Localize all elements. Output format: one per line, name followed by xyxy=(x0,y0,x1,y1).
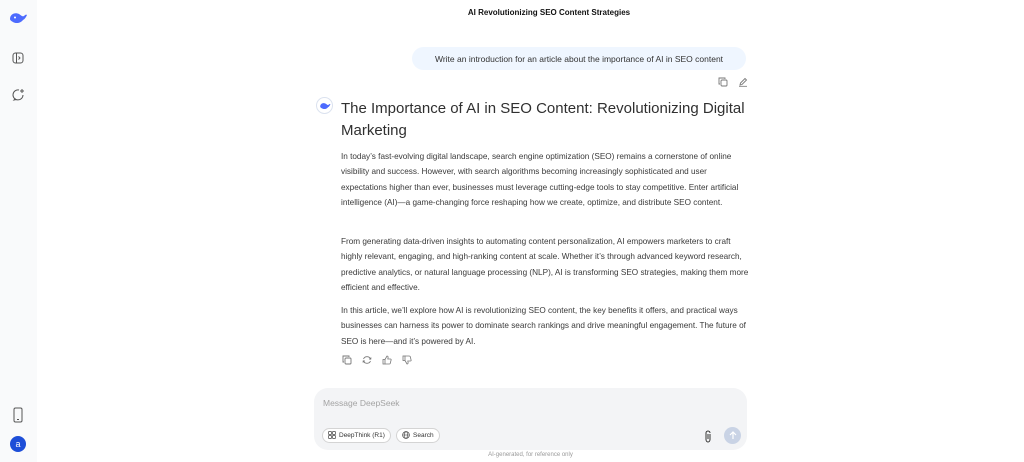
response-heading: The Importance of AI in SEO Content: Rev… xyxy=(341,100,745,139)
edit-icon[interactable] xyxy=(737,76,749,88)
deepthink-toggle-button[interactable]: DeepThink (R1) xyxy=(322,428,391,443)
copy-icon[interactable] xyxy=(341,354,353,366)
assistant-avatar-icon xyxy=(316,97,333,114)
mobile-app-icon[interactable] xyxy=(8,405,28,425)
copy-icon[interactable] xyxy=(717,76,729,88)
response-actions xyxy=(341,354,413,366)
response-paragraph: From generating data-driven insights to … xyxy=(341,237,749,292)
message-composer[interactable]: Message DeepSeek DeepThink (R1) Search xyxy=(314,388,747,450)
response-paragraph: In today’s fast-evolving digital landsca… xyxy=(341,152,739,207)
page-title: AI Revolutionizing SEO Content Strategie… xyxy=(467,8,631,17)
search-toggle-button[interactable]: Search xyxy=(396,428,440,443)
paperclip-icon[interactable] xyxy=(701,429,715,443)
new-chat-icon[interactable] xyxy=(8,84,28,104)
deepthink-label: DeepThink (R1) xyxy=(339,432,385,439)
response-paragraph: In this article, we’ll explore how AI is… xyxy=(341,306,746,346)
search-label: Search xyxy=(413,432,434,439)
thumbs-down-icon[interactable] xyxy=(401,354,413,366)
disclaimer-text: AI-generated, for reference only xyxy=(488,452,573,458)
send-button[interactable] xyxy=(724,427,741,444)
sidebar: a xyxy=(0,0,37,462)
open-sidebar-icon[interactable] xyxy=(8,48,28,68)
message-input[interactable]: Message DeepSeek xyxy=(323,398,400,408)
globe-icon xyxy=(402,430,410,441)
user-message-actions xyxy=(717,76,749,88)
regenerate-icon[interactable] xyxy=(361,354,373,366)
user-message: Write an introduction for an article abo… xyxy=(412,47,746,70)
thumbs-up-icon[interactable] xyxy=(381,354,393,366)
avatar[interactable]: a xyxy=(10,436,26,452)
arrow-up-icon xyxy=(729,431,736,439)
deepthink-icon xyxy=(328,430,336,441)
